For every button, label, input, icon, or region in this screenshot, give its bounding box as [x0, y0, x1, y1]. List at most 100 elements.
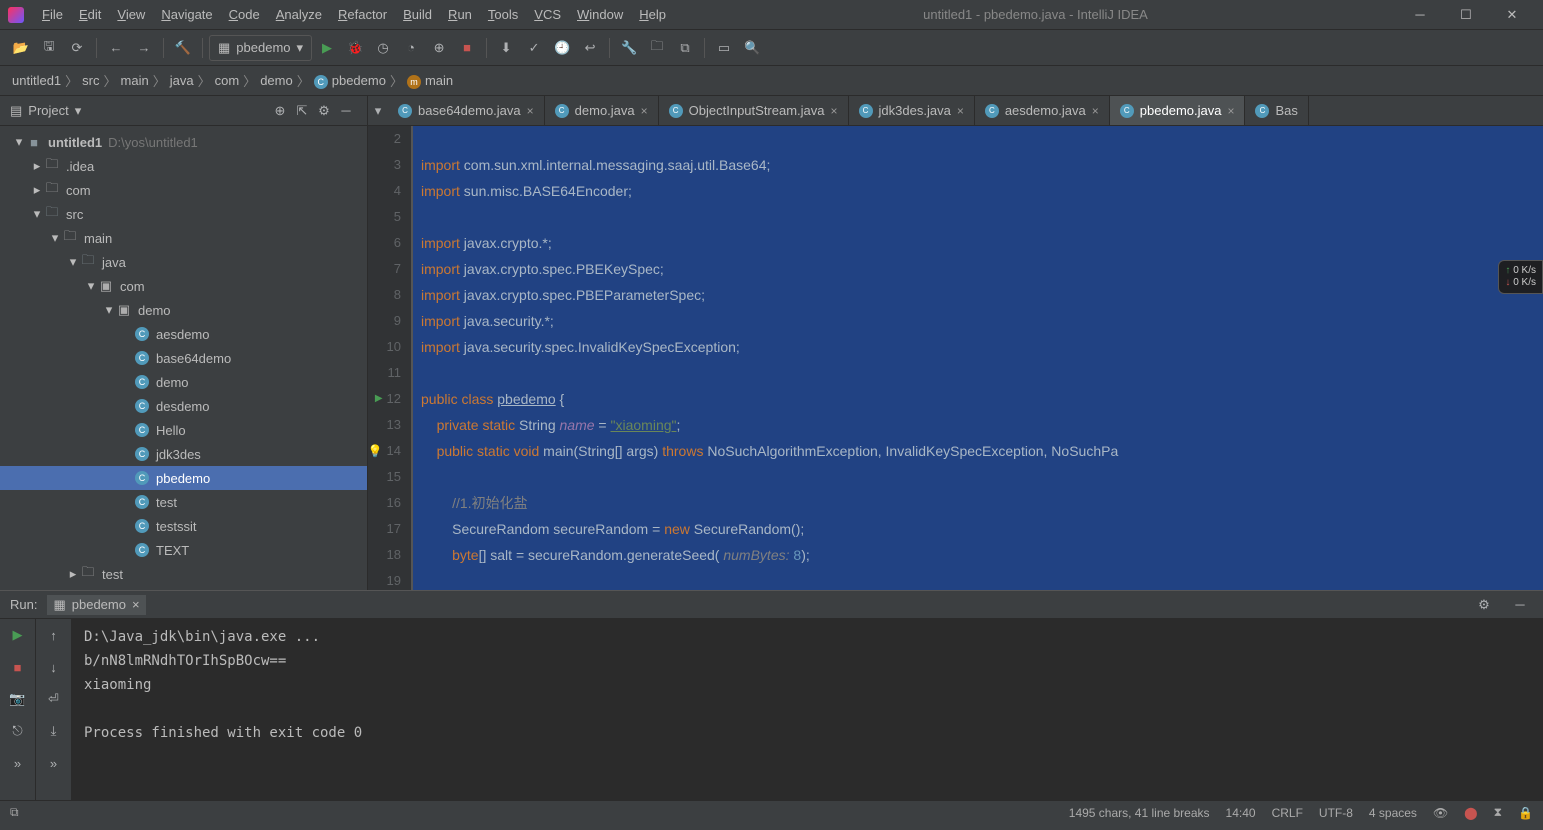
- menu-tools[interactable]: Tools: [480, 3, 526, 26]
- tree-row-main[interactable]: ▾🗀main: [0, 226, 367, 250]
- menu-edit[interactable]: Edit: [71, 3, 109, 26]
- close-icon[interactable]: ×: [132, 597, 140, 612]
- gutter-line[interactable]: 10: [372, 334, 401, 360]
- breadcrumb-item[interactable]: src: [82, 73, 99, 88]
- git-update-icon[interactable]: ⬇: [493, 35, 519, 61]
- gutter-line[interactable]: 15: [372, 464, 401, 490]
- breadcrumb-item[interactable]: java: [170, 73, 194, 88]
- editor-tab[interactable]: Caesdemo.java×: [975, 96, 1110, 126]
- run-tab[interactable]: ▦ pbedemo ×: [47, 595, 145, 615]
- git-commit-icon[interactable]: ✓: [521, 35, 547, 61]
- save-all-icon[interactable]: 🖫: [36, 35, 62, 61]
- gutter-line[interactable]: 7: [372, 256, 401, 282]
- chevron-down-icon[interactable]: ▾: [12, 134, 26, 150]
- run-config-selector[interactable]: ▦ pbedemo ▾: [209, 35, 312, 61]
- chevron-down-icon[interactable]: ▾: [30, 206, 44, 222]
- menu-navigate[interactable]: Navigate: [153, 3, 220, 26]
- sdk-icon[interactable]: ⧉: [672, 35, 698, 61]
- menu-build[interactable]: Build: [395, 3, 440, 26]
- notification-icon[interactable]: ⬤: [1464, 806, 1477, 820]
- tree-row-test[interactable]: Ctest: [0, 490, 367, 514]
- breadcrumb-item[interactable]: com: [215, 73, 240, 88]
- chevron-right-icon[interactable]: ▸: [30, 158, 44, 174]
- more-icon[interactable]: »: [42, 751, 66, 775]
- gutter-line[interactable]: 8: [372, 282, 401, 308]
- scroll-up-icon[interactable]: ↑: [42, 623, 66, 647]
- code-line[interactable]: byte[] salt = secureRandom.generateSeed(…: [421, 542, 1543, 568]
- refresh-icon[interactable]: ⟳: [64, 35, 90, 61]
- gutter-line[interactable]: 6: [372, 230, 401, 256]
- code-line[interactable]: //1.初始化盐: [421, 490, 1543, 516]
- git-history-icon[interactable]: 🕘: [549, 35, 575, 61]
- menu-refactor[interactable]: Refactor: [330, 3, 395, 26]
- tree-row-base64demo[interactable]: Cbase64demo: [0, 346, 367, 370]
- more-icon[interactable]: »: [6, 751, 30, 775]
- tree-row-untitled1[interactable]: ▾■untitled1D:\yos\untitled1: [0, 130, 367, 154]
- status-encoding[interactable]: UTF-8: [1319, 806, 1353, 820]
- code-line[interactable]: import com.sun.xml.internal.messaging.sa…: [421, 152, 1543, 178]
- debug-icon[interactable]: 🐞: [342, 35, 368, 61]
- gutter-line[interactable]: 2: [372, 126, 401, 152]
- tree-row-hello[interactable]: CHello: [0, 418, 367, 442]
- gutter-line[interactable]: 19: [372, 568, 401, 590]
- maximize-button[interactable]: ☐: [1443, 0, 1489, 30]
- close-tab-icon[interactable]: ×: [527, 104, 534, 118]
- code-line[interactable]: public static void main(String[] args) t…: [421, 438, 1543, 464]
- menu-window[interactable]: Window: [569, 3, 631, 26]
- stop-run-icon[interactable]: ■: [6, 655, 30, 679]
- editor-tab[interactable]: CBas: [1245, 96, 1308, 126]
- code-line[interactable]: [421, 464, 1543, 490]
- tree-row-demo[interactable]: ▾▣demo: [0, 298, 367, 322]
- open-icon[interactable]: 📂: [8, 35, 34, 61]
- menu-file[interactable]: File: [34, 3, 71, 26]
- tree-row-pbedemo[interactable]: Cpbedemo: [0, 466, 367, 490]
- gutter-line[interactable]: 13: [372, 412, 401, 438]
- exit-icon[interactable]: ⎋: [6, 719, 30, 743]
- breadcrumb-item[interactable]: untitled1: [12, 73, 61, 88]
- editor-tab[interactable]: Cbase64demo.java×: [388, 96, 545, 126]
- tree-row-desdemo[interactable]: Cdesdemo: [0, 394, 367, 418]
- tree-row-test[interactable]: ▸🗀test: [0, 562, 367, 586]
- editor-tab[interactable]: Cjdk3des.java×: [849, 96, 975, 126]
- memory-icon[interactable]: ⧗: [1494, 805, 1502, 820]
- run-settings-gear-icon[interactable]: ⚙: [1471, 592, 1497, 618]
- menu-code[interactable]: Code: [221, 3, 268, 26]
- soft-wrap-icon[interactable]: ⏎: [42, 687, 66, 711]
- status-line-separator[interactable]: CRLF: [1272, 806, 1303, 820]
- chevron-down-icon[interactable]: ▾: [66, 254, 80, 270]
- console-output[interactable]: D:\Java_jdk\bin\java.exe ... b/nN8lmRNdh…: [72, 619, 1543, 800]
- close-tab-icon[interactable]: ×: [831, 104, 838, 118]
- locate-icon[interactable]: ⊕: [269, 100, 291, 122]
- hide-panel-icon[interactable]: ─: [335, 100, 357, 122]
- scroll-down-icon[interactable]: ↓: [42, 655, 66, 679]
- run-icon[interactable]: ▶: [314, 35, 340, 61]
- collapse-all-icon[interactable]: ⇱: [291, 100, 313, 122]
- build-icon[interactable]: 🔨: [170, 35, 196, 61]
- profile-icon[interactable]: ◔: [398, 35, 424, 61]
- tool-window-quick-icon[interactable]: ⧉: [10, 805, 19, 820]
- gutter-line[interactable]: 5: [372, 204, 401, 230]
- menu-view[interactable]: View: [109, 3, 153, 26]
- code-line[interactable]: import javax.crypto.*;: [421, 230, 1543, 256]
- search-everywhere-icon[interactable]: 🔍: [739, 35, 765, 61]
- intention-bulb-icon[interactable]: 💡: [368, 438, 383, 464]
- inspection-icon[interactable]: 👁: [1433, 806, 1448, 820]
- code-line[interactable]: import javax.crypto.spec.PBEParameterSpe…: [421, 282, 1543, 308]
- settings-gear-icon[interactable]: ⚙: [313, 100, 335, 122]
- tree-row-demo[interactable]: Cdemo: [0, 370, 367, 394]
- tree-row-jdk3des[interactable]: Cjdk3des: [0, 442, 367, 466]
- gutter-line[interactable]: 4: [372, 178, 401, 204]
- code-line[interactable]: import sun.misc.BASE64Encoder;: [421, 178, 1543, 204]
- project-tree[interactable]: ▾■untitled1D:\yos\untitled1▸🗀.idea▸🗀com▾…: [0, 126, 367, 590]
- menu-vcs[interactable]: VCS: [526, 3, 569, 26]
- code-line[interactable]: import java.security.*;: [421, 308, 1543, 334]
- scroll-to-end-icon[interactable]: ⤓: [42, 719, 66, 743]
- chevron-right-icon[interactable]: ▸: [30, 182, 44, 198]
- status-caret-pos[interactable]: 14:40: [1226, 806, 1256, 820]
- stop-icon[interactable]: ■: [454, 35, 480, 61]
- structure-icon[interactable]: 🗀: [644, 35, 670, 61]
- tab-dropdown-icon[interactable]: ▾: [368, 98, 388, 124]
- avd-icon[interactable]: ▭: [711, 35, 737, 61]
- breadcrumb-item[interactable]: main: [121, 73, 149, 88]
- close-tab-icon[interactable]: ×: [641, 104, 648, 118]
